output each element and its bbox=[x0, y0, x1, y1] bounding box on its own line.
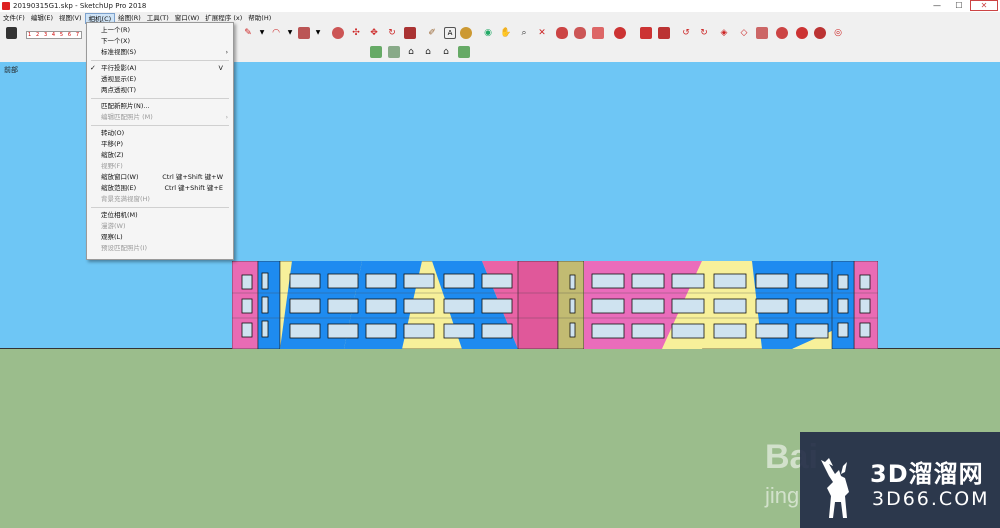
menu-separator bbox=[91, 125, 229, 126]
menu-item-look-around[interactable]: 观察(L) bbox=[87, 232, 233, 243]
chevron-down-icon[interactable]: ▼ bbox=[312, 27, 324, 39]
text-icon[interactable]: A bbox=[444, 27, 456, 39]
submenu-arrow-icon: › bbox=[225, 49, 228, 56]
pan-icon[interactable]: ✋ bbox=[500, 27, 512, 39]
window-controls: — ☐ ✕ bbox=[926, 0, 998, 11]
submenu-arrow-icon: › bbox=[225, 114, 228, 121]
menu-item-zoom[interactable]: 缩放(Z) bbox=[87, 150, 233, 161]
menu-item-orbit[interactable]: 转动(O) bbox=[87, 128, 233, 139]
style-builder-icon[interactable] bbox=[614, 27, 626, 39]
push-pull-icon[interactable] bbox=[332, 27, 344, 39]
section-display-icon[interactable]: ↻ bbox=[698, 27, 710, 39]
menu-help[interactable]: 帮助(H) bbox=[245, 13, 274, 24]
menu-item-walk: 漫游(W) bbox=[101, 222, 126, 230]
menu-view[interactable]: 视图(V) bbox=[56, 13, 85, 24]
menu-item-zoom-window[interactable]: 缩放窗口(W) Ctrl 键+Shift 键+W bbox=[87, 172, 233, 183]
menu-item-two-point-perspective[interactable]: 两点透视(T) bbox=[87, 85, 233, 96]
brand-name-cn: 3D溜溜网 bbox=[870, 460, 984, 488]
menu-separator bbox=[91, 207, 229, 208]
close-button[interactable]: ✕ bbox=[970, 0, 998, 11]
menu-file[interactable]: 文件(F) bbox=[0, 13, 28, 24]
sandbox-icon[interactable] bbox=[658, 27, 670, 39]
extension-warehouse-icon[interactable] bbox=[574, 27, 586, 39]
rotate-icon[interactable]: ↻ bbox=[386, 27, 398, 39]
hidden-line-icon[interactable] bbox=[776, 27, 788, 39]
warehouse-icon[interactable] bbox=[556, 27, 568, 39]
sketchup-app-icon bbox=[2, 2, 10, 10]
minimize-button[interactable]: — bbox=[926, 0, 948, 11]
section-icon[interactable]: ↺ bbox=[680, 27, 692, 39]
brand-name-en: 3D66.COM bbox=[872, 488, 990, 510]
chevron-down-icon[interactable]: ▼ bbox=[284, 27, 296, 39]
menu-item-zoom-extents[interactable]: 缩放范围(E) Ctrl 键+Shift 键+E bbox=[87, 183, 233, 194]
pencil-icon[interactable]: ✎ bbox=[242, 27, 254, 39]
chevron-down-icon[interactable]: ▼ bbox=[256, 27, 268, 39]
line-scale: 1 2 3 4 5 6 7 8 9 bbox=[26, 31, 82, 39]
arc-icon[interactable]: ◠ bbox=[270, 27, 282, 39]
zoom-extents-icon[interactable]: ✕ bbox=[536, 27, 548, 39]
move-icon[interactable]: ✥ bbox=[368, 27, 380, 39]
menu-item-zoom-to-photo: 背景充满视窗(H) bbox=[101, 195, 150, 203]
solid-icon[interactable] bbox=[640, 27, 652, 39]
textured-icon[interactable] bbox=[814, 27, 826, 39]
menu-separator bbox=[91, 98, 229, 99]
eraser-icon[interactable] bbox=[6, 27, 17, 39]
menu-item-pan[interactable]: 平移(P) bbox=[87, 139, 233, 150]
iso-view-icon[interactable] bbox=[370, 46, 382, 58]
follow-me-icon[interactable]: ✣ bbox=[350, 27, 362, 39]
monochrome-icon[interactable]: ◎ bbox=[832, 27, 844, 39]
back-edges-icon[interactable]: ◇ bbox=[738, 27, 750, 39]
menu-separator bbox=[91, 60, 229, 61]
window-title: 20190315G1.skp - SketchUp Pro 2018 bbox=[13, 2, 147, 10]
check-icon: ✓ bbox=[90, 64, 96, 72]
shaded-icon[interactable] bbox=[796, 27, 808, 39]
back-view-icon[interactable]: ⌂ bbox=[440, 46, 452, 58]
shape-icon[interactable] bbox=[298, 27, 310, 39]
front-view-icon[interactable]: ⌂ bbox=[405, 46, 417, 58]
menu-item-match-new-photo[interactable]: 匹配新照片(N)... bbox=[87, 101, 233, 112]
wireframe-icon[interactable] bbox=[756, 27, 768, 39]
menu-item-field-of-view: 视野(F) bbox=[101, 162, 123, 170]
menu-item-preview-matched-photo: 预设匹配照片(I) bbox=[101, 244, 147, 252]
paint-icon[interactable] bbox=[460, 27, 472, 39]
x-ray-icon[interactable]: ◈ bbox=[718, 27, 730, 39]
building-facade bbox=[232, 261, 878, 349]
scale-icon[interactable] bbox=[404, 27, 416, 39]
left-view-icon[interactable] bbox=[458, 46, 470, 58]
menu-item-perspective[interactable]: 透视显示(E) bbox=[87, 74, 233, 85]
orbit-icon[interactable]: ◉ bbox=[482, 27, 494, 39]
menu-item-standard-views[interactable]: 标准视图(S) › bbox=[87, 47, 233, 58]
right-view-icon[interactable]: ⌂ bbox=[422, 46, 434, 58]
camera-menu: 上一个(R) 下一个(X) 标准视图(S) › ✓ 平行投影(A) V 透视显示(E)… bbox=[86, 22, 234, 260]
brand-watermark: 3D溜溜网 3D66.COM bbox=[800, 432, 1000, 528]
menu-item-edit-matched-photo: 编辑匹配照片 (M) › bbox=[101, 113, 228, 121]
menu-item-parallel-projection[interactable]: ✓ 平行投影(A) V bbox=[87, 63, 233, 74]
top-view-icon[interactable] bbox=[388, 46, 400, 58]
tape-icon[interactable]: ✐ bbox=[426, 27, 438, 39]
maximize-button[interactable]: ☐ bbox=[948, 0, 970, 11]
menu-item-previous[interactable]: 上一个(R) bbox=[87, 25, 233, 36]
deer-logo-icon bbox=[821, 458, 849, 518]
menu-item-position-camera[interactable]: 定位相机(M) bbox=[87, 210, 233, 221]
zoom-icon[interactable]: ⌕ bbox=[518, 27, 530, 39]
jingyan-watermark: jing bbox=[765, 483, 800, 508]
menu-edit[interactable]: 编辑(E) bbox=[28, 13, 56, 24]
scene-label: 前部 bbox=[4, 66, 18, 74]
menu-item-next[interactable]: 下一个(X) bbox=[87, 36, 233, 47]
layout-icon[interactable] bbox=[592, 27, 604, 39]
